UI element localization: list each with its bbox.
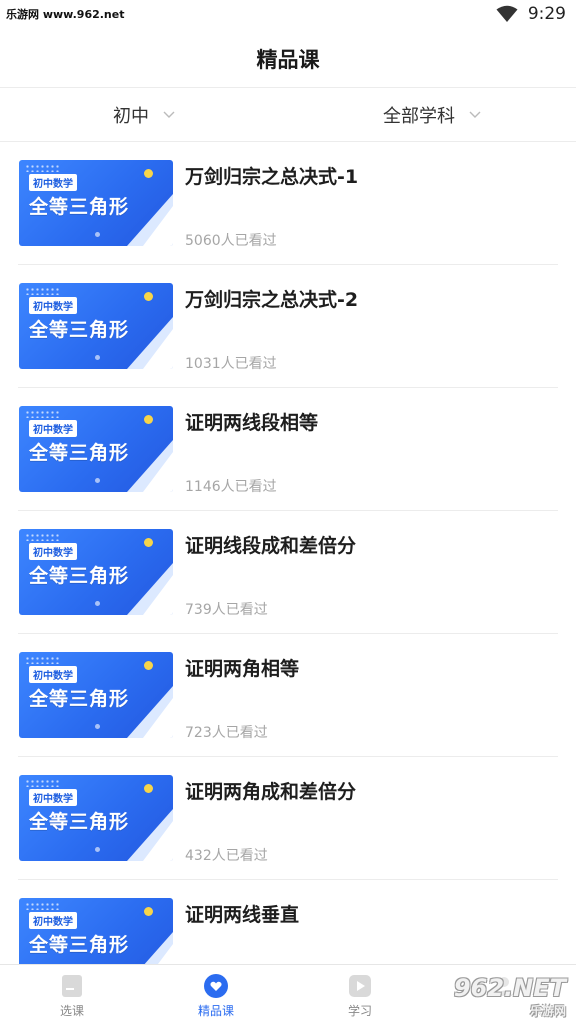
course-thumbnail[interactable]: 初中数学 全等三角形 xyxy=(19,775,173,861)
decor-triangle-front xyxy=(143,452,173,492)
course-view-count: 739人已看过 xyxy=(185,602,268,618)
decor-dots xyxy=(25,533,61,541)
grade-filter-dropdown[interactable]: 初中 xyxy=(0,88,288,141)
decor-small-dot xyxy=(95,847,100,852)
course-list-item[interactable]: 初中数学 全等三角形 万剑归宗之总决式-1 5060人已看过 xyxy=(18,142,558,265)
course-thumbnail[interactable]: 初中数学 全等三角形 xyxy=(19,898,173,964)
decor-small-dot xyxy=(95,355,100,360)
course-select-icon xyxy=(62,975,82,997)
decor-triangle-front xyxy=(143,329,173,369)
course-title: 证明两线段相等 xyxy=(185,412,319,434)
course-view-count: 432人已看过 xyxy=(185,848,268,864)
course-list-item[interactable]: 初中数学 全等三角形 证明线段成和差倍分 739人已看过 xyxy=(18,511,558,634)
decor-yellow-dot xyxy=(144,907,153,916)
subject-filter-dropdown[interactable]: 全部学科 xyxy=(288,88,576,141)
thumbnail-tag: 初中数学 xyxy=(29,789,77,806)
thumbnail-tag: 初中数学 xyxy=(29,420,77,437)
thumbnail-tag: 初中数学 xyxy=(29,297,77,314)
decor-small-dot xyxy=(95,478,100,483)
course-thumbnail[interactable]: 初中数学 全等三角形 xyxy=(19,529,173,615)
decor-small-dot xyxy=(95,724,100,729)
decor-triangle-front xyxy=(143,575,173,615)
course-title: 证明两角成和差倍分 xyxy=(185,781,357,803)
decor-small-dot xyxy=(95,232,100,237)
decor-dots xyxy=(25,656,61,664)
thumbnail-tag: 初中数学 xyxy=(29,543,77,560)
decor-dots xyxy=(25,287,61,295)
decor-small-dot xyxy=(95,601,100,606)
status-time: 9:29 xyxy=(527,4,566,24)
subject-filter-label: 全部学科 xyxy=(383,105,455,127)
course-title: 证明两线垂直 xyxy=(185,904,300,926)
status-watermark-text: 乐游网 www.962.net xyxy=(6,8,125,21)
course-view-count: 1146人已看过 xyxy=(185,479,277,495)
decor-yellow-dot xyxy=(144,169,153,178)
play-icon xyxy=(349,975,371,997)
course-thumbnail[interactable]: 初中数学 全等三角形 xyxy=(19,283,173,369)
course-title: 证明两角相等 xyxy=(185,658,300,680)
decor-dots xyxy=(25,902,61,910)
decor-yellow-dot xyxy=(144,661,153,670)
nav-item-study[interactable]: 学习 xyxy=(288,965,432,1024)
nav-label-premium-course: 精品课 xyxy=(197,1004,234,1018)
thumbnail-text: 全等三角形 xyxy=(29,688,130,710)
thumbnail-text: 全等三角形 xyxy=(29,196,130,218)
thumbnail-text: 全等三角形 xyxy=(29,565,130,587)
watermark-sub: 乐游网 xyxy=(529,1004,566,1018)
watermark-number: 962.NET xyxy=(453,974,566,1002)
decor-triangle-front xyxy=(143,698,173,738)
course-list-item[interactable]: 初中数学 全等三角形 万剑归宗之总决式-2 1031人已看过 xyxy=(18,265,558,388)
course-list-item[interactable]: 初中数学 全等三角形 证明两角成和差倍分 432人已看过 xyxy=(18,757,558,880)
status-bar: 乐游网 www.962.net 9:29 xyxy=(0,0,576,30)
filter-bar: 初中 全部学科 xyxy=(0,88,576,142)
nav-label-study: 学习 xyxy=(347,1004,372,1018)
thumbnail-tag: 初中数学 xyxy=(29,666,77,683)
course-list-item[interactable]: 初中数学 全等三角形 证明两线垂直 xyxy=(18,880,558,964)
nav-item-premium-course[interactable]: 精品课 xyxy=(144,965,288,1024)
site-watermark-logo: 962.NET 乐游网 xyxy=(440,974,570,1020)
page-title: 精品课 xyxy=(256,47,320,72)
nav-label-course-select: 选课 xyxy=(59,1004,84,1018)
decor-yellow-dot xyxy=(144,415,153,424)
course-title: 万剑归宗之总决式-1 xyxy=(185,166,359,188)
decor-triangle-front xyxy=(143,821,173,861)
course-thumbnail[interactable]: 初中数学 全等三角形 xyxy=(19,652,173,738)
thumbnail-text: 全等三角形 xyxy=(29,442,130,464)
heart-icon xyxy=(204,974,228,998)
course-view-count: 723人已看过 xyxy=(185,725,268,741)
thumbnail-tag: 初中数学 xyxy=(29,174,77,191)
decor-yellow-dot xyxy=(144,292,153,301)
course-thumbnail[interactable]: 初中数学 全等三角形 xyxy=(19,160,173,246)
decor-dots xyxy=(25,410,61,418)
nav-item-course-select[interactable]: 选课 xyxy=(0,965,144,1024)
course-title: 万剑归宗之总决式-2 xyxy=(185,289,359,311)
decor-dots xyxy=(25,779,61,787)
decor-triangle-front xyxy=(143,944,173,964)
decor-triangle-front xyxy=(143,206,173,246)
decor-yellow-dot xyxy=(144,784,153,793)
thumbnail-text: 全等三角形 xyxy=(29,319,130,341)
status-indicators: 9:29 xyxy=(496,4,566,24)
chevron-down-icon xyxy=(163,111,175,118)
page-header: 精品课 xyxy=(0,30,576,88)
course-list[interactable]: 初中数学 全等三角形 万剑归宗之总决式-1 5060人已看过 初中数学 全等三角形 万剑归宗… xyxy=(0,142,576,964)
thumbnail-text: 全等三角形 xyxy=(29,934,130,956)
course-view-count: 5060人已看过 xyxy=(185,233,277,249)
course-list-item[interactable]: 初中数学 全等三角形 证明两线段相等 1146人已看过 xyxy=(18,388,558,511)
wifi-icon xyxy=(496,5,518,22)
grade-filter-label: 初中 xyxy=(113,105,149,127)
course-list-item[interactable]: 初中数学 全等三角形 证明两角相等 723人已看过 xyxy=(18,634,558,757)
course-thumbnail[interactable]: 初中数学 全等三角形 xyxy=(19,406,173,492)
decor-dots xyxy=(25,164,61,172)
thumbnail-tag: 初中数学 xyxy=(29,912,77,929)
thumbnail-text: 全等三角形 xyxy=(29,811,130,833)
course-title: 证明线段成和差倍分 xyxy=(185,535,357,557)
course-view-count: 1031人已看过 xyxy=(185,356,277,372)
chevron-down-icon xyxy=(469,111,481,118)
decor-yellow-dot xyxy=(144,538,153,547)
